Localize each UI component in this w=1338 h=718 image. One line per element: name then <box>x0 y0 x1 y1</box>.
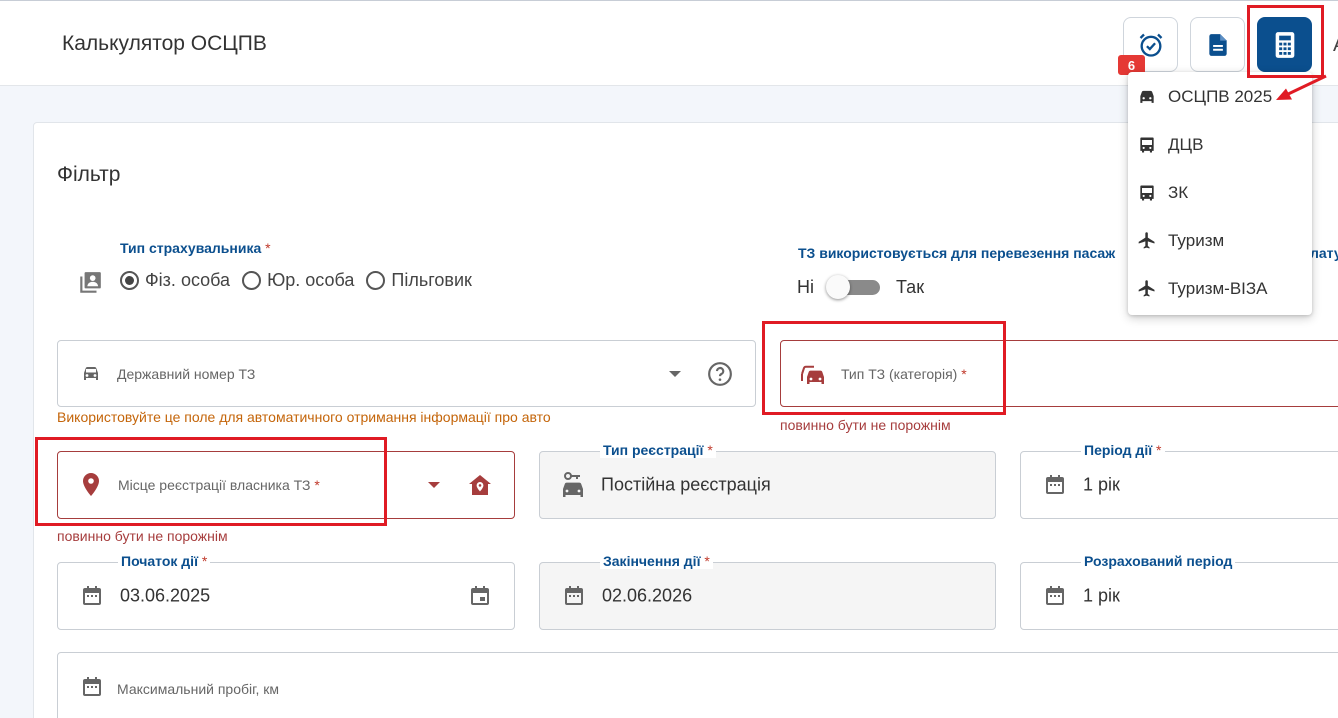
calendar-icon <box>83 677 101 696</box>
dropdown-arrow-icon[interactable] <box>668 370 682 378</box>
registration-type-value: Постійна реєстрація <box>601 474 771 495</box>
owner-place-error: повинно бути не порожнім <box>57 528 228 544</box>
vehicle-type-field[interactable]: Тип ТЗ (категорія) * <box>780 340 1338 407</box>
menu-item-zk[interactable]: ЗК <box>1128 169 1312 217</box>
calculator-menu: ОСЦПВ 2025 ДЦВ ЗК Туризм Туризм-ВІЗА <box>1128 72 1312 315</box>
menu-item-tourism[interactable]: Туризм <box>1128 217 1312 265</box>
car-icon <box>84 366 98 380</box>
menu-item-label: Туризм-ВІЗА <box>1168 279 1268 298</box>
airplane-icon <box>1138 280 1155 297</box>
registration-type-field[interactable]: Тип реєстрації * Постійна реєстрація <box>539 442 996 519</box>
start-date-value: 03.06.2025 <box>120 585 211 606</box>
toggle-no-label: Ні <box>797 276 814 297</box>
bus-icon <box>1140 137 1154 153</box>
home-location-icon[interactable] <box>467 473 493 497</box>
bus-icon <box>1140 185 1154 201</box>
car-icon <box>1140 90 1154 103</box>
documents-button[interactable] <box>1190 17 1245 72</box>
max-mileage-field[interactable]: Максимальний пробіг, км <box>57 652 1338 718</box>
help-icon[interactable] <box>707 361 733 387</box>
registration-type-label: Тип реєстрації * <box>600 442 716 458</box>
menu-item-label: ДЦВ <box>1168 135 1204 154</box>
end-date-value: 02.06.2026 <box>602 585 693 606</box>
calendar-icon <box>565 586 583 605</box>
radio-label: Пільговик <box>391 270 472 290</box>
toggle-yes-label: Так <box>896 276 925 297</box>
menu-item-tourism-visa[interactable]: Туризм-ВІЗА <box>1128 265 1312 313</box>
start-date-field[interactable]: Початок дії * 03.06.2025 <box>57 553 515 630</box>
radio-label: Фіз. особа <box>145 270 231 290</box>
menu-item-label: ЗК <box>1168 183 1189 202</box>
period-label: Період дії * <box>1081 442 1165 458</box>
period-value: 1 рік <box>1083 474 1120 495</box>
calculator-button[interactable] <box>1257 17 1312 72</box>
radio-privileged[interactable]: Пільговик <box>366 270 472 291</box>
end-date-field[interactable]: Закінчення дії * 02.06.2026 <box>539 553 996 630</box>
radio-individual[interactable]: Фіз. особа <box>120 270 230 291</box>
menu-item-dcv[interactable]: ДЦВ <box>1128 121 1312 169</box>
vehicle-type-error: повинно бути не порожнім <box>780 417 951 433</box>
calculated-period-field[interactable]: Розрахований період 1 рік <box>1020 553 1338 630</box>
airplane-icon <box>1138 232 1155 249</box>
owner-place-field[interactable]: Місце реєстрації власника ТЗ * <box>57 451 515 519</box>
document-icon <box>1208 33 1227 56</box>
dropdown-arrow-icon[interactable] <box>427 481 441 489</box>
end-date-label: Закінчення дії * <box>600 553 713 569</box>
start-date-label: Початок дії * <box>118 553 211 569</box>
insurer-type-label: Тип страхувальника * <box>120 240 271 256</box>
annotation-arrow <box>1276 74 1327 100</box>
plate-number-hint: Використовуйте це поле для автоматичного… <box>57 409 551 425</box>
calculator-icon <box>1275 31 1294 58</box>
plate-number-placeholder: Державний номер ТЗ <box>117 365 256 382</box>
radio-indicator <box>242 271 262 290</box>
page-title: Калькулятор ОСЦПВ <box>62 32 267 55</box>
menu-item-label: ОСЦПВ 2025 <box>1168 87 1273 106</box>
passenger-transport-label: ТЗ використовується для перевезення паса… <box>798 245 1116 261</box>
radio-indicator <box>366 271 386 290</box>
menu-item-label: Туризм <box>1168 231 1225 250</box>
passenger-transport-label-tail: лату <box>1310 245 1338 261</box>
calendar-icon <box>1046 586 1064 605</box>
calendar-icon <box>83 586 101 605</box>
calendar-icon <box>1046 475 1064 494</box>
calculated-period-value: 1 рік <box>1083 585 1120 606</box>
calculated-period-label: Розрахований період <box>1081 553 1236 569</box>
period-field[interactable]: Період дії * 1 рік <box>1020 442 1338 519</box>
car-key-icon <box>563 472 583 497</box>
radio-checked-indicator <box>120 271 139 290</box>
plate-number-field[interactable]: Державний номер ТЗ <box>57 340 756 407</box>
contacts-icon <box>80 272 101 293</box>
filter-title: Фільтр <box>57 163 121 186</box>
owner-place-placeholder: Місце реєстрації власника ТЗ * <box>118 477 320 493</box>
passenger-toggle[interactable] <box>826 275 880 299</box>
cars-icon <box>801 365 824 384</box>
radio-label: Юр. особа <box>267 270 355 290</box>
toggle-knob <box>826 275 850 299</box>
vehicle-type-placeholder: Тип ТЗ (категорія) * <box>841 365 967 382</box>
insurer-type-radios: Фіз. особа Юр. особа Пільговик <box>120 270 484 291</box>
calendar-picker-icon[interactable] <box>468 584 492 608</box>
location-pin-icon <box>83 473 99 496</box>
passenger-toggle-row: Ні Так <box>797 275 924 299</box>
truncated-label: А <box>1333 34 1338 57</box>
max-mileage-placeholder: Максимальний пробіг, км <box>117 681 280 697</box>
radio-legal-entity[interactable]: Юр. особа <box>242 270 354 291</box>
